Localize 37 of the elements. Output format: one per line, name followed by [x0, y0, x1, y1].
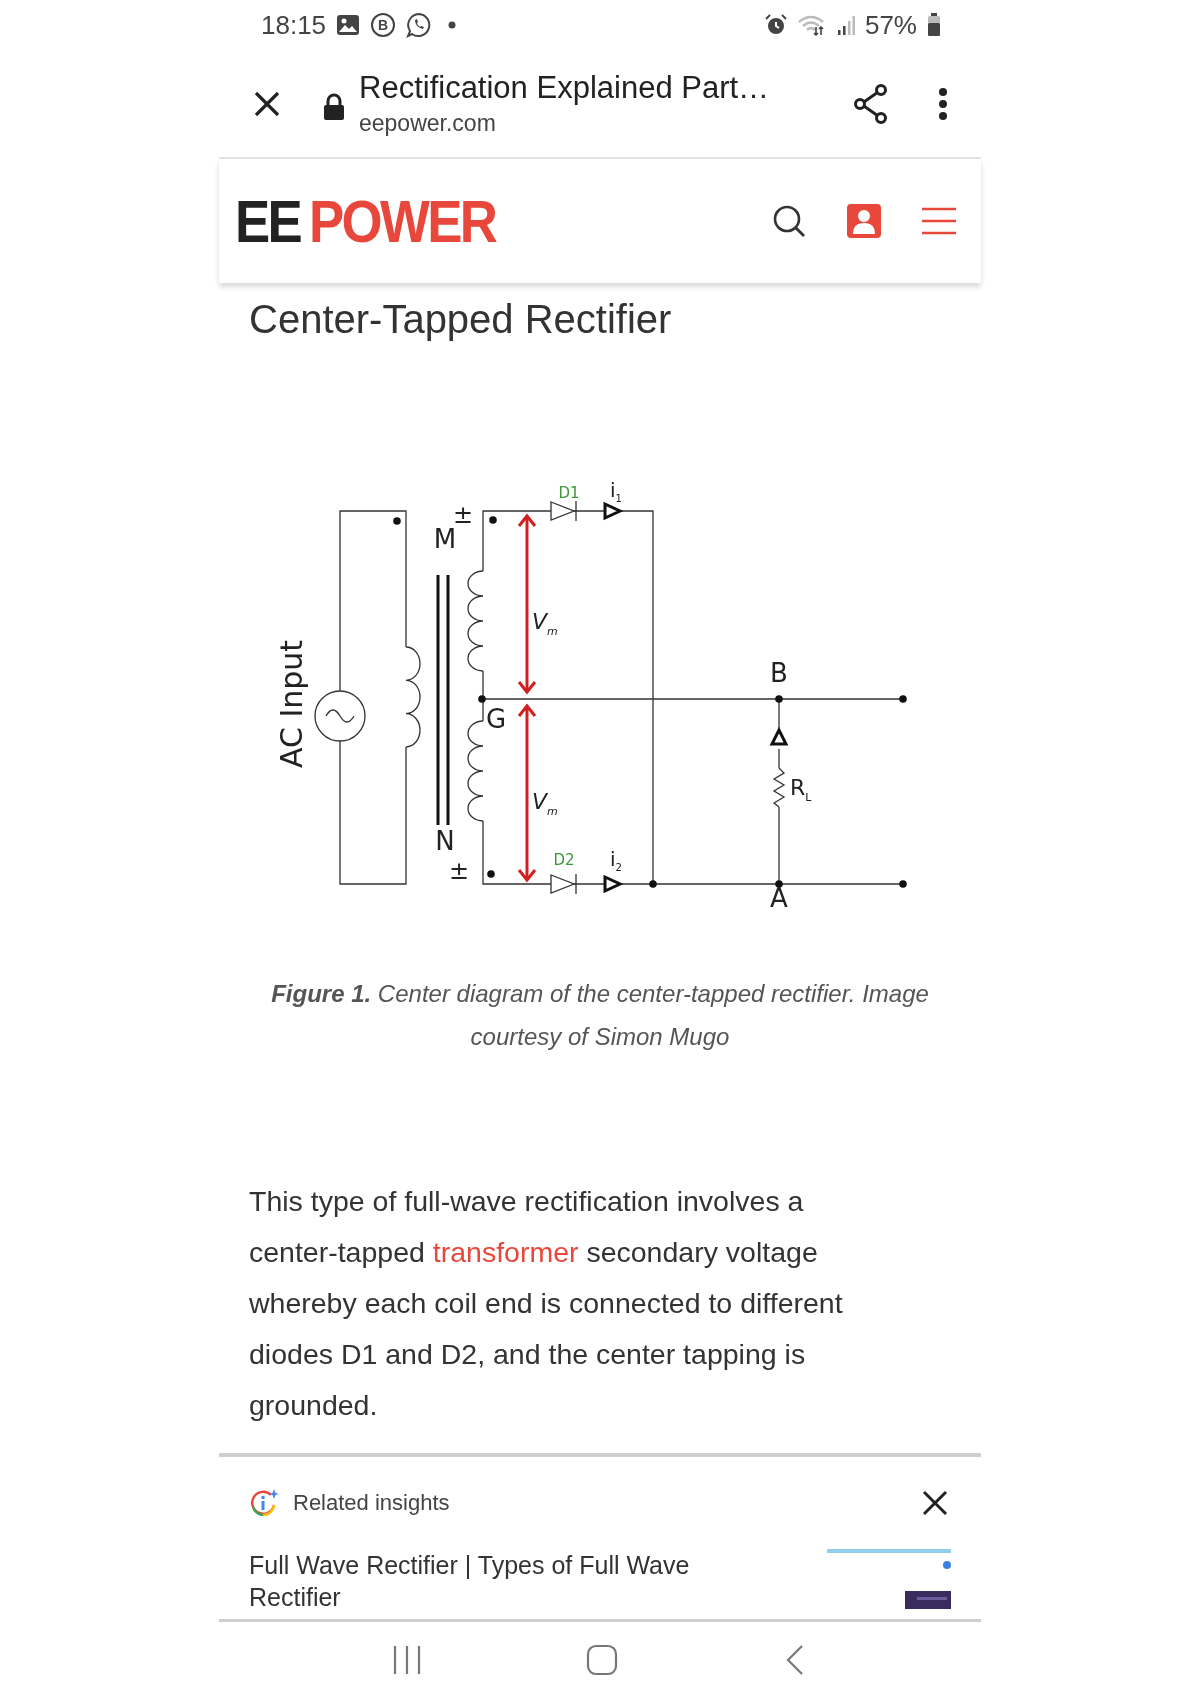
home-button[interactable] [585, 1643, 619, 1677]
insight-link[interactable]: Full Wave Rectifier | Types of Full Wave Rectifier [249, 1549, 737, 1613]
load-label: R$_{L}$ [790, 775, 812, 804]
search-button[interactable] [771, 203, 807, 239]
signal-icon [836, 14, 855, 36]
battery-icon [927, 13, 941, 37]
panel-title: Related insights [293, 1490, 451, 1516]
input-label: AC Input [273, 639, 309, 769]
section-heading: Center-Tapped Rectifier [249, 296, 673, 343]
page-title: Rectification Explained Part… [359, 70, 771, 106]
voltage-label: V$_{m}$ [532, 609, 558, 638]
chat-icon [406, 12, 433, 38]
status-time: 18:15 [261, 9, 327, 41]
body-paragraph: This type of full-wave rectification involves a center-tapped transformer secondary voltage whereby each coil end is connected to different diodes D1 and D2, and the center tapping is grounded. [249, 1184, 844, 1423]
current-label: i$_{2}$ [610, 847, 622, 873]
gallery-icon [336, 14, 361, 36]
polarity-label: ± [448, 857, 470, 885]
lock-icon [323, 92, 345, 121]
diode-label: D2 [553, 851, 575, 869]
account-button[interactable] [847, 204, 881, 238]
node-label: G [485, 704, 507, 734]
alarm-icon [764, 14, 787, 36]
page-url: eepower.com [359, 110, 497, 137]
voltage-label: V$_{m}$ [532, 789, 558, 818]
menu-button[interactable] [921, 205, 957, 237]
node-label: B [770, 658, 788, 688]
app-badge-icon: B [370, 12, 397, 38]
current-label: i$_{1}$ [610, 478, 622, 504]
dot-icon [448, 21, 457, 29]
insights-icon [249, 1488, 279, 1518]
diode-label: D1 [558, 484, 580, 502]
figure-caption: Figure 1. Center diagram of the center-tapped rectifier. Image courtesy of Simon Mugo [270, 979, 930, 1052]
node-label: A [770, 883, 788, 913]
article-link[interactable]: transformer [432, 1236, 579, 1268]
battery-percent: 57% [864, 9, 917, 41]
site-logo[interactable]: EEPOWER [235, 186, 496, 256]
node-label: N [435, 826, 455, 856]
